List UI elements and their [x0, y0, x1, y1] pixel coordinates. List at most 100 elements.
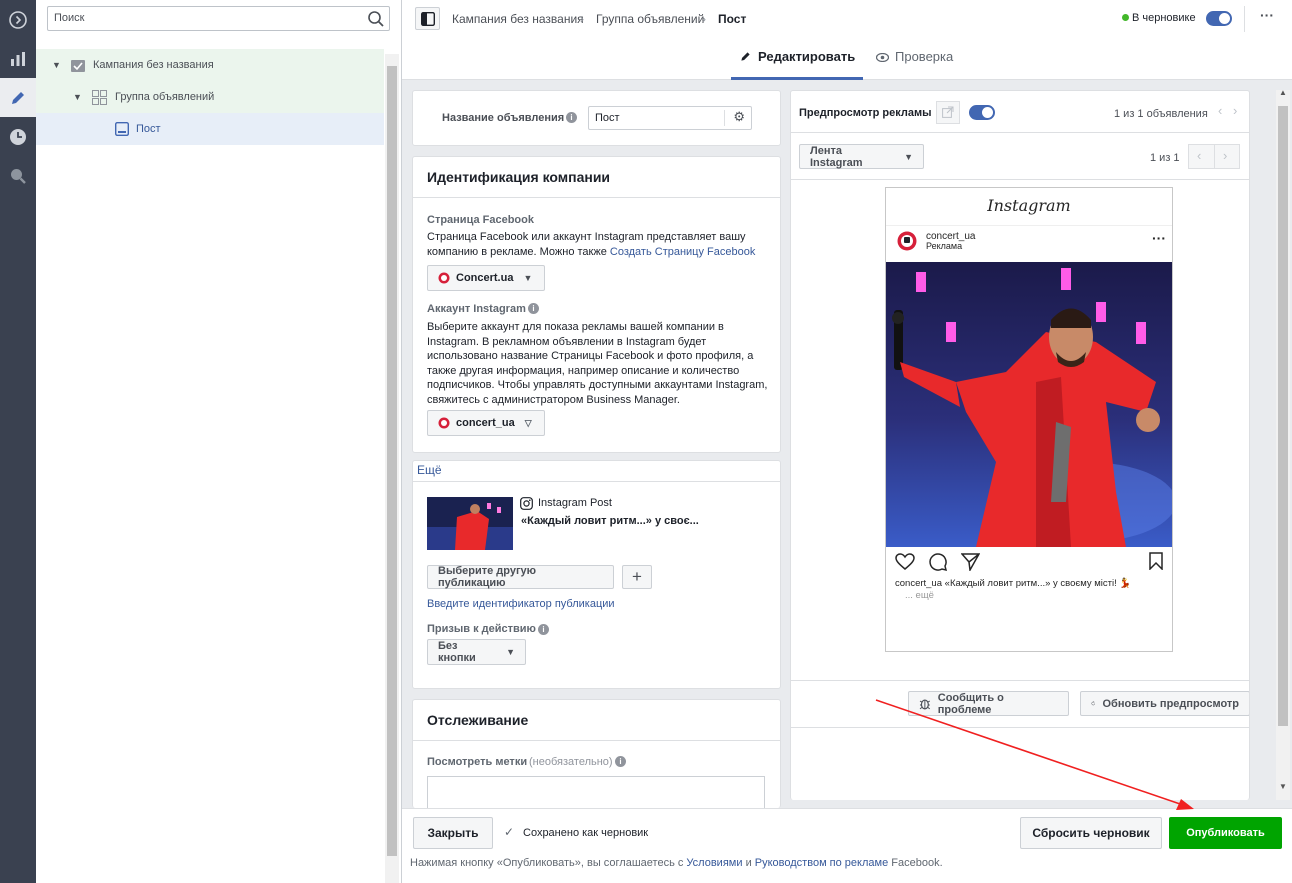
tab-edit-label: Редактировать [758, 49, 856, 64]
pager: ‹ › [1188, 144, 1240, 169]
tags-label: Посмотреть метки [427, 756, 528, 768]
top-bar: Кампания без названия › Группа объявлени… [402, 0, 1292, 80]
tab-review[interactable]: Проверка [876, 44, 966, 80]
tags-optional: (необязательно) [529, 756, 613, 768]
add-icon[interactable]: + [622, 565, 652, 589]
ad-name-label: Название объявления [442, 112, 565, 124]
share-icon[interactable] [961, 553, 980, 571]
placement-value: Лента Instagram [810, 144, 863, 169]
tree-item-adset[interactable]: ▼ Группа объявлений [36, 81, 384, 113]
ig-account-desc: Выберите аккаунт для показа рекламы ваше… [427, 321, 768, 406]
external-link-icon[interactable] [936, 101, 960, 124]
ad-icon [115, 122, 129, 136]
concert-logo-icon [438, 272, 450, 284]
tracking-card: Отслеживание Посмотреть метки (необязате… [412, 699, 781, 808]
post-card: Ещё Instagram Post «Каждый ловит ритм...… [412, 460, 781, 689]
caret-down-icon: ▼ [904, 151, 913, 162]
report-problem-button[interactable]: Сообщить о проблеме [908, 691, 1069, 716]
caret-down-icon[interactable]: ▼ [52, 60, 61, 70]
identity-title: Идентификация компании [427, 169, 611, 185]
footer: Закрыть ✓ Сохранено как черновик Сбросит… [402, 808, 1292, 883]
bug-icon [919, 699, 931, 710]
publish-button[interactable]: Опубликовать [1169, 817, 1282, 849]
preview-count: 1 из 1 объявления [1114, 108, 1208, 120]
tree-item-ad[interactable]: Пост [36, 113, 384, 145]
draft-toggle[interactable] [1206, 11, 1232, 26]
avatar [897, 231, 917, 251]
search-placeholder: Поиск [54, 12, 85, 24]
breadcrumb-campaign[interactable]: Кампания без названия [452, 12, 584, 26]
enter-post-id-link[interactable]: Введите идентификатор публикации [427, 598, 615, 610]
caption-text: «Каждый ловит ритм...» у своєму місті! 💃 [944, 578, 1132, 589]
search-input[interactable]: Поиск [47, 6, 390, 31]
chevron-left-icon[interactable]: ‹ [1218, 103, 1222, 118]
ig-account-select[interactable]: concert_ua ▽ [427, 410, 545, 436]
pencil-icon [741, 52, 750, 61]
panel-toggle-icon[interactable] [415, 7, 440, 30]
instagram-icon [520, 497, 533, 510]
info-icon[interactable]: i [538, 624, 549, 635]
more-icon[interactable]: ··· [1152, 230, 1166, 246]
choose-post-button[interactable]: Выберите другую публикацию [427, 565, 614, 589]
fb-page-select[interactable]: Concert.ua ▼ [427, 265, 545, 291]
folder-icon [71, 59, 85, 72]
refresh-preview-button[interactable]: Обновить предпросмотр [1080, 691, 1249, 716]
cta-label: Призыв к действию [427, 623, 536, 635]
caret-down-icon[interactable]: ▼ [73, 92, 82, 102]
preview-toggle[interactable] [969, 105, 995, 120]
concert-logo-icon [438, 417, 450, 429]
placement-select[interactable]: Лента Instagram ▼ [799, 144, 924, 169]
fb-page-label: Страница Facebook [427, 214, 534, 226]
refresh-preview-label: Обновить предпросмотр [1102, 697, 1239, 710]
chevron-right-icon[interactable]: › [1233, 103, 1237, 118]
tree-item-campaign[interactable]: ▼ Кампания без названия [36, 49, 384, 81]
chart-icon[interactable] [0, 39, 36, 78]
tree-scrollbar[interactable] [385, 54, 399, 883]
history-icon[interactable] [0, 117, 36, 156]
tab-edit[interactable]: Редактировать [731, 44, 863, 80]
left-nav [0, 0, 36, 883]
post-type: Instagram Post [538, 497, 612, 509]
ad-policy-link[interactable]: Руководством по рекламе [755, 857, 888, 869]
tree-label-adset: Группа объявлений [115, 91, 215, 103]
main-area: Кампания без названия › Группа объявлени… [402, 0, 1292, 883]
post-thumbnail[interactable] [427, 497, 513, 550]
caption-more[interactable]: ... ещё [905, 590, 934, 601]
chevron-right-icon[interactable]: › [1223, 148, 1227, 163]
bookmark-icon[interactable] [1149, 552, 1163, 570]
saved-status: Сохранено как черновик [523, 827, 649, 839]
caret-down-icon: ▽ [524, 417, 532, 428]
edit-icon[interactable] [0, 78, 36, 117]
grid-icon [92, 89, 107, 105]
tab-review-label: Проверка [895, 49, 954, 64]
terms-link[interactable]: Условиями [686, 857, 742, 869]
preview-page: 1 из 1 [1150, 152, 1180, 164]
more-icon[interactable]: ··· [1260, 7, 1274, 23]
close-button[interactable]: Закрыть [413, 817, 493, 849]
terms-end: Facebook. [891, 857, 943, 869]
create-fb-page-link[interactable]: Создать Страницу Facebook [610, 246, 755, 258]
cta-value: Без кнопки [438, 640, 476, 664]
heart-icon[interactable] [895, 553, 915, 571]
checkmark-icon: ✓ [504, 825, 515, 839]
ad-name-input[interactable]: Пост ⚙ [588, 106, 752, 130]
main-scrollbar[interactable]: ▲ ▼ [1276, 88, 1290, 800]
tags-input[interactable] [427, 776, 765, 808]
draft-status: В черновике [1132, 12, 1196, 24]
more-link[interactable]: Ещё [417, 463, 442, 477]
chevron-left-icon[interactable]: ‹ [1197, 148, 1201, 163]
comment-icon[interactable] [928, 552, 948, 572]
chevron-right-icon: › [580, 12, 584, 26]
expand-icon[interactable] [0, 0, 36, 39]
info-icon[interactable]: i [566, 112, 577, 123]
info-icon[interactable]: i [615, 756, 626, 767]
breadcrumb-ad: Пост [718, 12, 747, 26]
instagram-logo: Instagram [987, 196, 1071, 215]
info-icon[interactable]: i [528, 303, 539, 314]
search-icon[interactable] [367, 10, 385, 28]
search-zoom-icon[interactable] [0, 156, 36, 195]
discard-draft-button[interactable]: Сбросить черновик [1020, 817, 1162, 849]
cta-select[interactable]: Без кнопки ▼ [427, 639, 526, 665]
breadcrumb-adset[interactable]: Группа объявлений [596, 12, 704, 26]
gear-icon[interactable]: ⚙ [733, 109, 745, 125]
